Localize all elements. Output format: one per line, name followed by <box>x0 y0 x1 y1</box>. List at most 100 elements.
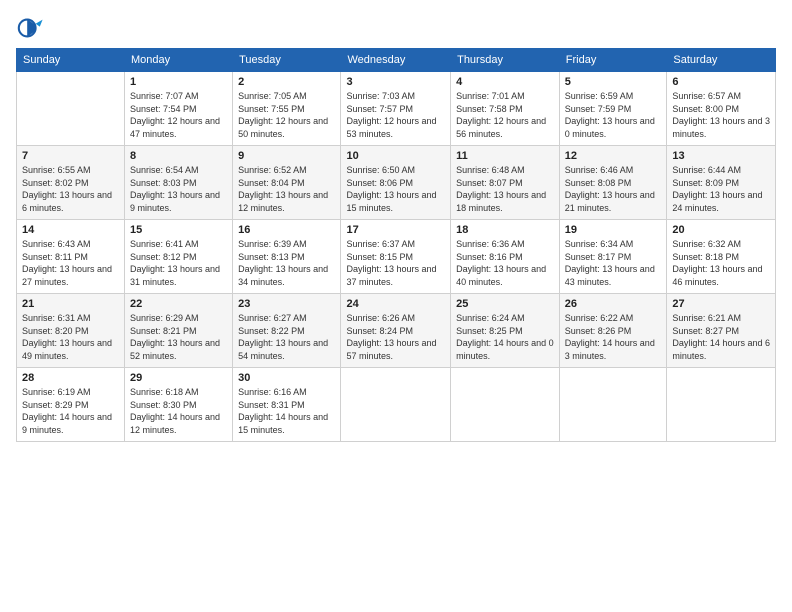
day-cell: 29Sunrise: 6:18 AMSunset: 8:30 PMDayligh… <box>124 368 232 442</box>
day-cell: 1 Sunrise: 7:07 AMSunset: 7:54 PMDaylight… <box>124 72 232 146</box>
day-number: 7 <box>22 150 119 162</box>
logo-icon <box>16 14 44 42</box>
day-info: Sunrise: 7:03 AMSunset: 7:57 PMDaylight:… <box>346 90 445 140</box>
day-cell: 17Sunrise: 6:37 AMSunset: 8:15 PMDayligh… <box>341 220 451 294</box>
day-number: 23 <box>238 298 335 310</box>
day-info: Sunrise: 6:54 AMSunset: 8:03 PMDaylight:… <box>130 164 227 214</box>
day-cell: 30 Sunrise: 6:16 AMSunset: 8:31 PMDayligh… <box>233 368 341 442</box>
page-container: SundayMondayTuesdayWednesdayThursdayFrid… <box>0 0 792 452</box>
day-cell: 9 Sunrise: 6:52 AMSunset: 8:04 PMDaylight… <box>233 146 341 220</box>
day-info: Sunrise: 6:52 AMSunset: 8:04 PMDaylight:… <box>238 164 335 214</box>
day-info: Sunrise: 6:59 AMSunset: 7:59 PMDaylight:… <box>565 90 662 140</box>
day-cell: 14 Sunrise: 6:43 AMSunset: 8:11 PMDayligh… <box>17 220 125 294</box>
week-row-3: 14 Sunrise: 6:43 AMSunset: 8:11 PMDayligh… <box>17 220 776 294</box>
day-cell: 26 Sunrise: 6:22 AMSunset: 8:26 PMDayligh… <box>559 294 667 368</box>
day-cell <box>667 368 776 442</box>
day-number: 3 <box>346 76 445 88</box>
week-row-5: 28 Sunrise: 6:19 AMSunset: 8:29 PMDayligh… <box>17 368 776 442</box>
day-info: Sunrise: 6:46 AMSunset: 8:08 PMDaylight:… <box>565 164 662 214</box>
day-info: Sunrise: 6:34 AMSunset: 8:17 PMDaylight:… <box>565 238 662 288</box>
day-number: 5 <box>565 76 662 88</box>
day-info: Sunrise: 6:21 AMSunset: 8:27 PMDaylight:… <box>672 312 770 362</box>
day-cell: 4 Sunrise: 7:01 AMSunset: 7:58 PMDaylight… <box>451 72 560 146</box>
day-info: Sunrise: 6:32 AMSunset: 8:18 PMDaylight:… <box>672 238 770 288</box>
week-row-4: 21 Sunrise: 6:31 AMSunset: 8:20 PMDayligh… <box>17 294 776 368</box>
day-number: 13 <box>672 150 770 162</box>
day-cell: 22 Sunrise: 6:29 AMSunset: 8:21 PMDayligh… <box>124 294 232 368</box>
day-info: Sunrise: 6:36 AMSunset: 8:16 PMDaylight:… <box>456 238 554 288</box>
header <box>16 14 776 42</box>
day-info: Sunrise: 6:37 AMSunset: 8:15 PMDaylight:… <box>346 238 445 288</box>
day-cell: 15Sunrise: 6:41 AMSunset: 8:12 PMDayligh… <box>124 220 232 294</box>
day-number: 19 <box>565 224 662 236</box>
week-row-1: 1 Sunrise: 7:07 AMSunset: 7:54 PMDaylight… <box>17 72 776 146</box>
day-info: Sunrise: 6:24 AMSunset: 8:25 PMDaylight:… <box>456 312 554 362</box>
day-info: Sunrise: 6:22 AMSunset: 8:26 PMDaylight:… <box>565 312 662 362</box>
week-row-2: 7 Sunrise: 6:55 AMSunset: 8:02 PMDaylight… <box>17 146 776 220</box>
day-number: 21 <box>22 298 119 310</box>
day-number: 9 <box>238 150 335 162</box>
day-info: Sunrise: 6:39 AMSunset: 8:13 PMDaylight:… <box>238 238 335 288</box>
day-cell: 24Sunrise: 6:26 AMSunset: 8:24 PMDayligh… <box>341 294 451 368</box>
day-number: 30 <box>238 372 335 384</box>
day-number: 14 <box>22 224 119 236</box>
calendar-table: SundayMondayTuesdayWednesdayThursdayFrid… <box>16 48 776 442</box>
day-number: 1 <box>130 76 227 88</box>
day-info: Sunrise: 6:55 AMSunset: 8:02 PMDaylight:… <box>22 164 119 214</box>
day-number: 28 <box>22 372 119 384</box>
day-info: Sunrise: 7:01 AMSunset: 7:58 PMDaylight:… <box>456 90 554 140</box>
day-cell <box>341 368 451 442</box>
day-info: Sunrise: 6:27 AMSunset: 8:22 PMDaylight:… <box>238 312 335 362</box>
column-header-saturday: Saturday <box>667 49 776 72</box>
day-cell: 19 Sunrise: 6:34 AMSunset: 8:17 PMDayligh… <box>559 220 667 294</box>
day-cell: 23 Sunrise: 6:27 AMSunset: 8:22 PMDayligh… <box>233 294 341 368</box>
day-info: Sunrise: 6:50 AMSunset: 8:06 PMDaylight:… <box>346 164 445 214</box>
day-number: 4 <box>456 76 554 88</box>
day-info: Sunrise: 7:07 AMSunset: 7:54 PMDaylight:… <box>130 90 227 140</box>
column-header-sunday: Sunday <box>17 49 125 72</box>
day-cell <box>451 368 560 442</box>
day-info: Sunrise: 6:16 AMSunset: 8:31 PMDaylight:… <box>238 386 335 436</box>
column-header-thursday: Thursday <box>451 49 560 72</box>
column-header-monday: Monday <box>124 49 232 72</box>
day-cell: 7 Sunrise: 6:55 AMSunset: 8:02 PMDaylight… <box>17 146 125 220</box>
column-header-tuesday: Tuesday <box>233 49 341 72</box>
column-header-friday: Friday <box>559 49 667 72</box>
day-cell: 5 Sunrise: 6:59 AMSunset: 7:59 PMDaylight… <box>559 72 667 146</box>
day-info: Sunrise: 6:57 AMSunset: 8:00 PMDaylight:… <box>672 90 770 140</box>
day-number: 11 <box>456 150 554 162</box>
day-cell: 21 Sunrise: 6:31 AMSunset: 8:20 PMDayligh… <box>17 294 125 368</box>
day-cell: 3 Sunrise: 7:03 AMSunset: 7:57 PMDaylight… <box>341 72 451 146</box>
logo <box>16 14 46 42</box>
day-cell: 11 Sunrise: 6:48 AMSunset: 8:07 PMDayligh… <box>451 146 560 220</box>
day-number: 16 <box>238 224 335 236</box>
day-cell: 6 Sunrise: 6:57 AMSunset: 8:00 PMDaylight… <box>667 72 776 146</box>
day-number: 8 <box>130 150 227 162</box>
day-cell: 28 Sunrise: 6:19 AMSunset: 8:29 PMDayligh… <box>17 368 125 442</box>
day-cell: 18 Sunrise: 6:36 AMSunset: 8:16 PMDayligh… <box>451 220 560 294</box>
day-number: 10 <box>346 150 445 162</box>
day-info: Sunrise: 6:31 AMSunset: 8:20 PMDaylight:… <box>22 312 119 362</box>
day-info: Sunrise: 6:43 AMSunset: 8:11 PMDaylight:… <box>22 238 119 288</box>
day-cell: 10 Sunrise: 6:50 AMSunset: 8:06 PMDayligh… <box>341 146 451 220</box>
day-number: 18 <box>456 224 554 236</box>
day-number: 25 <box>456 298 554 310</box>
day-cell: 27 Sunrise: 6:21 AMSunset: 8:27 PMDayligh… <box>667 294 776 368</box>
day-number: 29 <box>130 372 227 384</box>
day-number: 27 <box>672 298 770 310</box>
day-cell: 16 Sunrise: 6:39 AMSunset: 8:13 PMDayligh… <box>233 220 341 294</box>
day-number: 20 <box>672 224 770 236</box>
day-number: 6 <box>672 76 770 88</box>
day-number: 12 <box>565 150 662 162</box>
day-cell: 25 Sunrise: 6:24 AMSunset: 8:25 PMDayligh… <box>451 294 560 368</box>
day-number: 22 <box>130 298 227 310</box>
day-number: 24 <box>346 298 445 310</box>
day-cell <box>559 368 667 442</box>
day-info: Sunrise: 6:48 AMSunset: 8:07 PMDaylight:… <box>456 164 554 214</box>
day-info: Sunrise: 6:41 AMSunset: 8:12 PMDaylight:… <box>130 238 227 288</box>
column-header-wednesday: Wednesday <box>341 49 451 72</box>
day-info: Sunrise: 6:19 AMSunset: 8:29 PMDaylight:… <box>22 386 119 436</box>
day-number: 26 <box>565 298 662 310</box>
day-info: Sunrise: 6:29 AMSunset: 8:21 PMDaylight:… <box>130 312 227 362</box>
day-info: Sunrise: 6:44 AMSunset: 8:09 PMDaylight:… <box>672 164 770 214</box>
